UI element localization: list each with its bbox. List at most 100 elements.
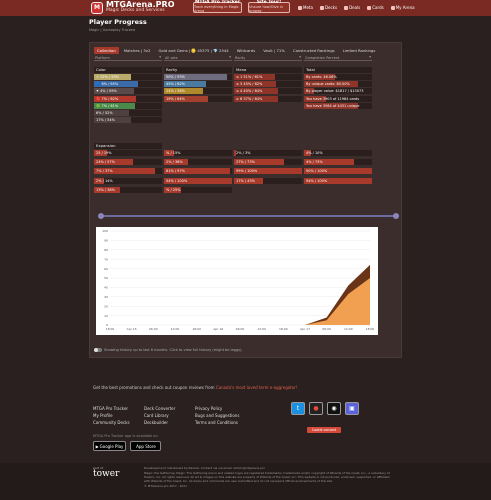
- nav-cards[interactable]: Cards: [367, 5, 384, 10]
- x-tick-label: 12:00: [171, 327, 180, 331]
- tab-limited-rankings[interactable]: Limited Rankings: [340, 47, 379, 54]
- x-tick-label: 06:00: [322, 327, 331, 331]
- progress-label: 2% / 14%: [96, 178, 113, 183]
- site-tour-button[interactable]: Site Tour! Unsure how/Give in browse: [248, 1, 290, 13]
- progress-label: ⚪ 12% / 55%: [96, 75, 120, 79]
- footer-link-deck-converter[interactable]: Deck Converter: [144, 406, 175, 411]
- progress-label: You have 3903 of 11984 cards: [306, 96, 360, 101]
- rarity-row: 24% / 58%: [164, 88, 232, 95]
- progress-label: % / 15%: [166, 151, 181, 155]
- mana-row: ≤ 4 40% / 64%: [234, 88, 302, 95]
- page-title: Player Progress: [89, 18, 147, 26]
- y-tick-label: 80: [104, 248, 108, 252]
- footer-link-bugs[interactable]: Bugs and Suggestions: [195, 413, 239, 418]
- cookie-consent-button[interactable]: Cookie consent: [307, 427, 341, 433]
- set-select[interactable]: All sets: [164, 55, 232, 61]
- rarity-row: 19% / 64%: [164, 95, 232, 102]
- mana-row: ≤ 1 51% / 61%: [234, 74, 302, 80]
- expansion-row: % / 25%: [164, 186, 232, 193]
- progress-label: 6% / 52%: [96, 111, 113, 115]
- progress-label: 24% / 58%: [166, 89, 185, 94]
- rarity-row: 50% / 93%: [164, 74, 232, 80]
- mana-row: ≤ 3 45% / 62%: [234, 81, 302, 88]
- color-row: ⚫ 4% / 59%: [94, 88, 162, 95]
- footer-link-card-library[interactable]: Card Library: [144, 413, 175, 418]
- tower-logo[interactable]: part of tower: [93, 467, 119, 479]
- expansion-row: 90% / 100%: [304, 168, 372, 175]
- twitter-icon[interactable]: t: [291, 402, 305, 415]
- github-icon[interactable]: ◉: [327, 402, 341, 415]
- progress-label: 4% / 73%: [306, 160, 323, 165]
- color-row: 17% / 54%: [94, 117, 162, 124]
- x-tick-label: Apr 15: [127, 327, 137, 331]
- completion-select[interactable]: Completion Percent: [304, 55, 372, 61]
- history-toggle-row: Showing history up to last 6 months. Cli…: [94, 348, 243, 352]
- expansion-row: 99% / 100%: [234, 168, 302, 175]
- progress-label: ⚫ 4% / 59%: [96, 89, 117, 94]
- nav-deals[interactable]: Deals: [344, 5, 360, 10]
- range-start-handle[interactable]: [98, 213, 104, 219]
- site-logo[interactable]: M MTGArena.PRO Magic Decks and Services: [91, 0, 175, 14]
- expansion-row: 17% / 43%: [234, 177, 302, 184]
- app-store-badge[interactable]: App Store: [130, 441, 161, 451]
- x-tick-label: 12:00: [344, 327, 353, 331]
- footer-link-terms[interactable]: Terms and Conditions: [195, 420, 239, 425]
- expansion-row: 13% / 38%: [94, 186, 162, 193]
- legal-text: Developed and maintained by Razviar. Con…: [144, 466, 390, 489]
- patreon-icon[interactable]: ●: [309, 402, 323, 415]
- progress-label: By unique cards: 80.00%: [306, 82, 350, 87]
- progress-label: By cards: 46.06%: [306, 75, 337, 79]
- history-toggle-label: Showing history up to last 6 months. Cli…: [104, 348, 243, 352]
- rarity-select[interactable]: Rarity: [234, 55, 302, 61]
- tab-constructed-rankings[interactable]: Constructed Rankings: [290, 47, 338, 54]
- progress-label: 4% / 10%: [306, 151, 323, 155]
- footer-link-deckbuilder[interactable]: Deckbuilder: [144, 420, 175, 425]
- full-history-toggle[interactable]: [94, 348, 102, 352]
- platform-select[interactable]: Platform: [94, 55, 162, 61]
- color-row: 🟢 7% / 61%: [94, 102, 162, 109]
- progress-label: 🔵 6% / 65%: [96, 82, 119, 87]
- color-heading: Color: [94, 67, 162, 73]
- progress-label: 🟢 7% / 61%: [96, 103, 119, 108]
- google-play-badge[interactable]: ▶ Google Play: [93, 441, 126, 451]
- tab-gold-gems[interactable]: Gold and Gems | 🪙 45375 | 💎 2544: [155, 47, 231, 54]
- tab-collection[interactable]: Collection: [94, 47, 119, 54]
- y-tick-label: 10: [104, 314, 108, 318]
- x-tick-label: Apr 16: [213, 327, 223, 331]
- main-nav: Meta Decks Deals Cards My Arena: [298, 5, 415, 10]
- footer-link-privacy[interactable]: Privacy Policy: [195, 406, 239, 411]
- tracker-promo-button[interactable]: MTGA Pro Tracker Track everything in Mag…: [193, 1, 242, 13]
- range-end-handle[interactable]: [393, 213, 399, 219]
- time-range-track[interactable]: [100, 215, 399, 217]
- tab-vault[interactable]: Vault | 71%: [260, 47, 288, 54]
- footer-link-profile[interactable]: My Profile: [93, 413, 130, 418]
- nav-my-arena[interactable]: My Arena: [390, 5, 415, 10]
- filter-row: Platform All sets Rarity Completion Perc…: [94, 55, 372, 61]
- x-tick-label: 18:00: [279, 327, 288, 331]
- expansion-row: 4% / 10%: [304, 150, 372, 156]
- tab-wildcards[interactable]: Wildcards: [234, 47, 259, 54]
- mana-heading: Mana: [234, 67, 302, 73]
- total-row: By player value: $1817 / $13073: [304, 88, 372, 95]
- progress-label: 2% / 36%: [166, 160, 183, 165]
- expansion-row: 25 / 19%: [94, 150, 162, 156]
- expansion-row: 7% / 37%: [94, 168, 162, 175]
- progress-label: 50% / 93%: [166, 75, 185, 79]
- footer-col-1: MTGA Pro Tracker My Profile Community De…: [93, 406, 130, 425]
- progress-label: 25 / 19%: [96, 151, 112, 155]
- promo-link[interactable]: Canada's most loved term e-aggregator!: [216, 385, 298, 390]
- nav-decks[interactable]: Decks: [319, 5, 337, 10]
- footer-link-community-decks[interactable]: Community Decks: [93, 420, 130, 425]
- nav-meta[interactable]: Meta: [298, 5, 313, 10]
- discord-icon[interactable]: ▣: [345, 402, 359, 415]
- footer-link-tracker[interactable]: MTGA Pro Tracker: [93, 406, 130, 411]
- rarity-heading: Rarity: [164, 67, 232, 73]
- progress-label: % / 25%: [166, 187, 181, 192]
- deals-icon: [344, 5, 349, 10]
- progress-label: 17% / 54%: [96, 118, 115, 123]
- x-tick-label: 18:00: [192, 327, 201, 331]
- tab-matches[interactable]: Matches | 3v2: [121, 47, 154, 54]
- expansion-row: 54% / 100%: [164, 177, 232, 184]
- progress-label: ≤ 3 45% / 62%: [236, 82, 263, 87]
- y-tick-label: 20: [104, 304, 108, 308]
